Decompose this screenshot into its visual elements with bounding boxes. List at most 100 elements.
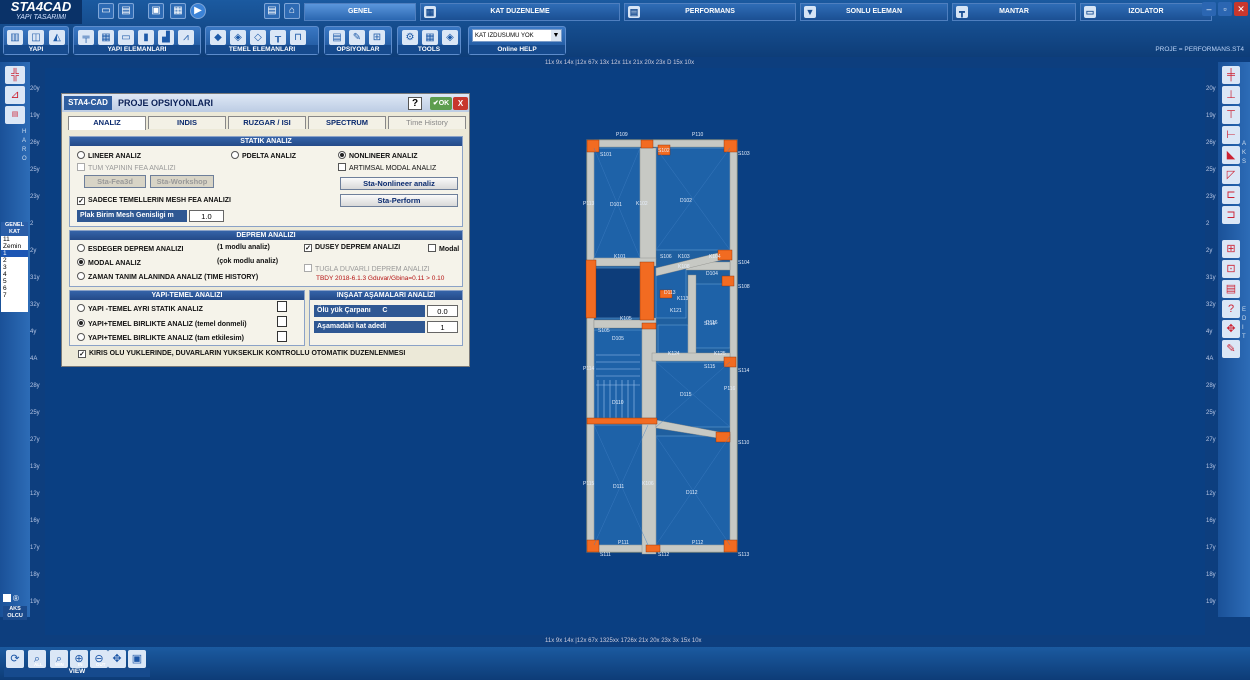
ok-button[interactable]: ✔OK — [430, 97, 452, 110]
stair-icon[interactable]: ◫ — [28, 30, 44, 45]
play-icon[interactable]: ▶ — [190, 3, 206, 19]
loads-icon[interactable]: ⊞ — [369, 30, 385, 45]
open-folder-icon[interactable]: ▤ — [118, 3, 134, 19]
tab-performans[interactable]: ▤ PERFORMANS — [624, 3, 796, 21]
axis-edit-icon[interactable]: ⊢ — [1222, 126, 1240, 144]
refresh-icon[interactable]: ⟳ — [6, 650, 24, 668]
aks-olcu-button[interactable]: AKS OLCU — [3, 606, 27, 620]
online-help-button[interactable]: Online HELP — [469, 45, 565, 54]
raft-icon[interactable]: ◈ — [230, 30, 246, 45]
sta-fea3d-button[interactable]: Sta-Fea3d — [84, 175, 146, 188]
print-icon[interactable]: ▦ — [170, 3, 186, 19]
new-file-icon[interactable]: ▭ — [98, 3, 114, 19]
tab-spectrum[interactable]: SPECTRUM — [308, 116, 386, 129]
esdeger-radio[interactable]: ESDEGER DEPREM ANALIZI — [77, 244, 183, 253]
floor-item[interactable]: 11 — [1, 236, 28, 243]
report-icon[interactable]: ▤ — [264, 3, 280, 19]
asama-kat-input[interactable]: 1 — [427, 321, 458, 333]
axis-offset-icon[interactable]: ⊐ — [1222, 206, 1240, 224]
wall-icon[interactable]: ▦ — [98, 30, 114, 45]
column-icon[interactable]: ▮ — [138, 30, 154, 45]
save-icon[interactable]: ▣ — [148, 3, 164, 19]
olu-yuk-input[interactable]: 0.0 — [427, 305, 458, 317]
home-icon[interactable]: ⌂ — [284, 3, 300, 19]
lineer-radio[interactable]: LINEER ANALIZ — [77, 151, 141, 160]
edit-stack-icon[interactable]: ⊞ — [1222, 240, 1240, 258]
tum-yapi-checkbox[interactable]: TUM YAPININ FEA ANALIZI — [77, 163, 176, 172]
options-icon[interactable]: ▤ — [329, 30, 345, 45]
foundation-icon[interactable]: ⊓ — [290, 30, 306, 45]
floor-item[interactable]: 5 — [1, 278, 28, 285]
pdelta-radio[interactable]: PDELTA ANALIZ — [231, 151, 296, 160]
pan-icon[interactable]: ✥ — [108, 650, 126, 668]
zaman-radio[interactable]: ZAMAN TANIM ALANINDA ANALIZ (TIME HISTOR… — [77, 272, 258, 281]
axis-split-icon[interactable]: ⊤ — [1222, 106, 1240, 124]
tools-icon[interactable]: ⚙ — [402, 30, 418, 45]
building-icon[interactable]: ▥ — [7, 30, 23, 45]
tab-genel[interactable]: GENEL — [304, 3, 416, 21]
axis-triangle-icon[interactable]: ◸ — [1222, 166, 1240, 184]
birlikte-tam-radio[interactable]: YAPI+TEMEL BIRLIKTE ANALIZ (tam etkilesi… — [77, 333, 244, 342]
sta-tool-icon[interactable]: ▤ — [5, 106, 25, 124]
view-window-icon[interactable]: ▣ — [128, 650, 146, 668]
edit-question-icon[interactable]: ? — [1222, 300, 1240, 318]
edit-move-icon[interactable]: ✥ — [1222, 320, 1240, 338]
artimsal-checkbox[interactable]: ARTIMSAL MODAL ANALIZ — [338, 163, 436, 172]
nonlineer-radio[interactable]: NONLINEER ANALIZ — [338, 151, 418, 160]
sadece-temel-checkbox[interactable]: ✓ SADECE TEMELLERIN MESH FEA ANALIZI — [77, 197, 231, 205]
pile-icon[interactable]: ◇ — [250, 30, 266, 45]
edit-copy-icon[interactable]: ⊡ — [1222, 260, 1240, 278]
truss-icon[interactable]: ⩘ — [178, 30, 194, 45]
pencil-icon[interactable]: ✎ — [1222, 340, 1240, 358]
tab-ruzgar-isi[interactable]: RUZGAR / ISI — [228, 116, 306, 129]
kiris-olu-yuk-checkbox[interactable]: ✓ KIRIS OLU YUKLERINDE, DUVARLARIN YUKSEK… — [78, 350, 405, 358]
floor-item[interactable]: 7 — [1, 292, 28, 299]
stairs-icon[interactable]: ▟ — [158, 30, 174, 45]
layers-icon[interactable]: ◈ — [442, 30, 458, 45]
close-icon[interactable]: ✕ — [1234, 2, 1248, 16]
footing-icon[interactable]: ◆ — [210, 30, 226, 45]
tab-kat-duzenleme[interactable]: ▦ KAT DUZENLEME — [420, 3, 620, 21]
edit-options-icon[interactable]: ✎ — [349, 30, 365, 45]
checkbox[interactable] — [3, 594, 11, 602]
birlikte-donmeli-radio[interactable]: YAPI+TEMEL BIRLIKTE ANALIZ (temel donmel… — [77, 319, 247, 328]
tab-mantar[interactable]: ┳ MANTAR — [952, 3, 1076, 21]
tab-sonlu-eleman[interactable]: ▼ SONLU ELEMAN — [800, 3, 948, 21]
tugla-checkbox[interactable]: TUGLA DUVARLI DEPREM ANALIZI — [304, 264, 430, 273]
sta-perform-button[interactable]: Sta-Perform — [340, 194, 458, 207]
tab-izolator[interactable]: ▭ IZOLATOR — [1080, 3, 1212, 21]
kat-izdusumu-select[interactable]: KAT IZDUSUMU YOK ▼ — [472, 29, 562, 42]
maximize-icon[interactable]: ▫ — [1218, 2, 1232, 16]
axis-move-icon[interactable]: ⊥ — [1222, 86, 1240, 104]
floor-item[interactable]: 4 — [1, 271, 28, 278]
tab-indis[interactable]: INDIS — [148, 116, 226, 129]
tie-beam-icon[interactable]: ┰ — [270, 30, 286, 45]
modal-checkbox[interactable]: Modal — [428, 244, 459, 253]
help-button[interactable]: ? — [408, 97, 422, 110]
edit-list-icon[interactable]: ▤ — [1222, 280, 1240, 298]
record-icon[interactable]: ® — [13, 594, 19, 603]
floor-item[interactable]: 6 — [1, 285, 28, 292]
close-dialog-button[interactable]: X — [453, 97, 468, 110]
sta-nonlineer-button[interactable]: Sta-Nonlineer analiz — [340, 177, 458, 190]
floor-item[interactable]: 3 — [1, 264, 28, 271]
dusey-checkbox[interactable]: ✓ DUSEY DEPREM ANALIZI — [304, 244, 400, 252]
floor-item[interactable]: Zemin — [1, 243, 28, 250]
calculator-icon[interactable]: ▦ — [422, 30, 438, 45]
slab-icon[interactable]: ▭ — [118, 30, 134, 45]
tab-analiz[interactable]: ANALIZ — [68, 116, 146, 130]
beam-icon[interactable]: ╤ — [78, 30, 94, 45]
axis-trim-icon[interactable]: ⊏ — [1222, 186, 1240, 204]
mesh-input[interactable]: 1.0 — [189, 210, 224, 222]
stair-axis-icon[interactable]: ⊿ — [5, 86, 25, 104]
modal-radio[interactable]: MODAL ANALIZ — [77, 258, 141, 267]
axis-add-icon[interactable]: ╪ — [1222, 66, 1240, 84]
axis-rotate-icon[interactable]: ◣ — [1222, 146, 1240, 164]
frame-icon[interactable]: ╬ — [5, 66, 25, 84]
ayri-radio[interactable]: YAPI -TEMEL AYRI STATIK ANALIZ — [77, 304, 203, 313]
floor-item[interactable]: 2 — [1, 257, 28, 264]
sta-workshop-button[interactable]: Sta-Workshop — [150, 175, 214, 188]
tab-time-history[interactable]: Time History — [388, 116, 466, 129]
floor-icon[interactable]: ◭ — [49, 30, 65, 45]
minimize-icon[interactable]: – — [1202, 2, 1216, 16]
